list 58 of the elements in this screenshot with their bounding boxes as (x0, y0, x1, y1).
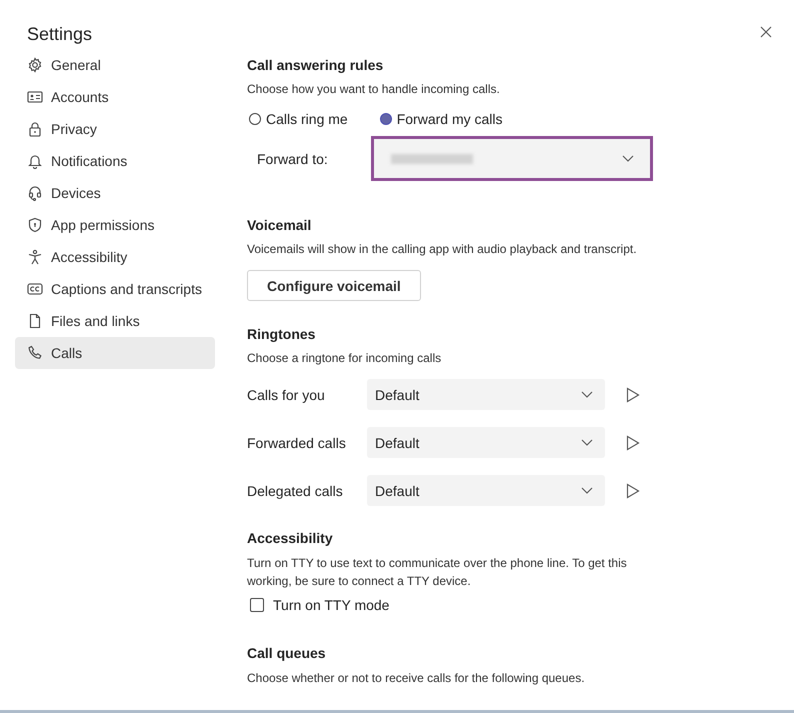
section-description: Voicemails will show in the calling app with audio playback and transcript. (247, 241, 637, 257)
play-icon (626, 386, 640, 402)
captions-icon (27, 281, 43, 297)
sidebar-item[interactable]: Notifications (15, 145, 215, 177)
id-card-icon (27, 89, 43, 105)
section-description: Turn on TTY to use text to communicate over the phone line. To get this working, be sure to connect a TTY device. (247, 555, 628, 590)
shield-icon (27, 217, 43, 233)
play-button[interactable] (626, 482, 640, 498)
ringtone-dropdown[interactable]: Default (367, 379, 605, 410)
sidebar-item[interactable]: App permissions (15, 209, 215, 241)
sidebar-item[interactable]: Files and links (15, 305, 215, 337)
sidebar-item[interactable]: General (15, 49, 215, 81)
section-heading: Voicemail (247, 216, 312, 235)
configure-voicemail-button[interactable]: Configure voicemail (247, 270, 421, 301)
close-button[interactable] (760, 26, 772, 38)
play-icon (626, 482, 640, 498)
checkbox-label: Turn on TTY mode (273, 597, 390, 613)
sidebar-item[interactable]: Accounts (15, 81, 215, 113)
section-heading: Call queues (247, 644, 326, 663)
ringtone-dropdown[interactable]: Default (367, 475, 605, 506)
section-description: Choose a ringtone for incoming calls (247, 350, 442, 366)
sidebar-item[interactable]: Privacy (15, 113, 215, 145)
play-button[interactable] (626, 434, 640, 450)
radio-button[interactable] (249, 113, 261, 125)
play-icon (626, 434, 640, 450)
chevron-down-icon (622, 155, 634, 162)
checkbox[interactable] (250, 598, 264, 612)
field-label: Forward to: (256, 150, 329, 166)
headset-icon (27, 185, 43, 201)
bell-icon (27, 153, 43, 169)
radio-option[interactable]: Calls ring me (249, 111, 348, 127)
chevron-down-icon (581, 439, 593, 446)
chevron-down-icon (581, 391, 593, 398)
sidebar-item[interactable]: Calls (15, 337, 215, 369)
radio-label: Calls ring me (266, 111, 348, 127)
section-heading: Call answering rules (247, 56, 384, 75)
section-description: Choose how you want to handle incoming calls. (247, 81, 500, 97)
play-button[interactable] (626, 386, 640, 402)
forward-to-dropdown[interactable] (371, 136, 653, 181)
section-heading: Ringtones (247, 325, 316, 344)
person-icon (27, 249, 43, 265)
field-label: Calls for you (247, 386, 326, 402)
field-label: Forwarded calls (247, 434, 347, 450)
phone-icon (27, 345, 43, 361)
document-icon (27, 313, 43, 329)
lock-icon (27, 121, 43, 137)
field-label: Delegated calls (247, 482, 344, 498)
chevron-down-icon (581, 487, 593, 494)
sidebar-item[interactable]: Captions and transcripts (15, 273, 215, 305)
sidebar-item[interactable]: Devices (15, 177, 215, 209)
section-heading: Accessibility (247, 529, 333, 548)
gear-icon (27, 57, 43, 73)
radio-button[interactable] (380, 113, 392, 125)
sidebar-item[interactable]: Accessibility (15, 241, 215, 273)
close-icon (760, 26, 772, 38)
window-title: Settings (27, 23, 92, 46)
ringtone-dropdown[interactable]: Default (367, 427, 605, 458)
section-description: Choose whether or not to receive calls for the following queues. (247, 670, 585, 686)
